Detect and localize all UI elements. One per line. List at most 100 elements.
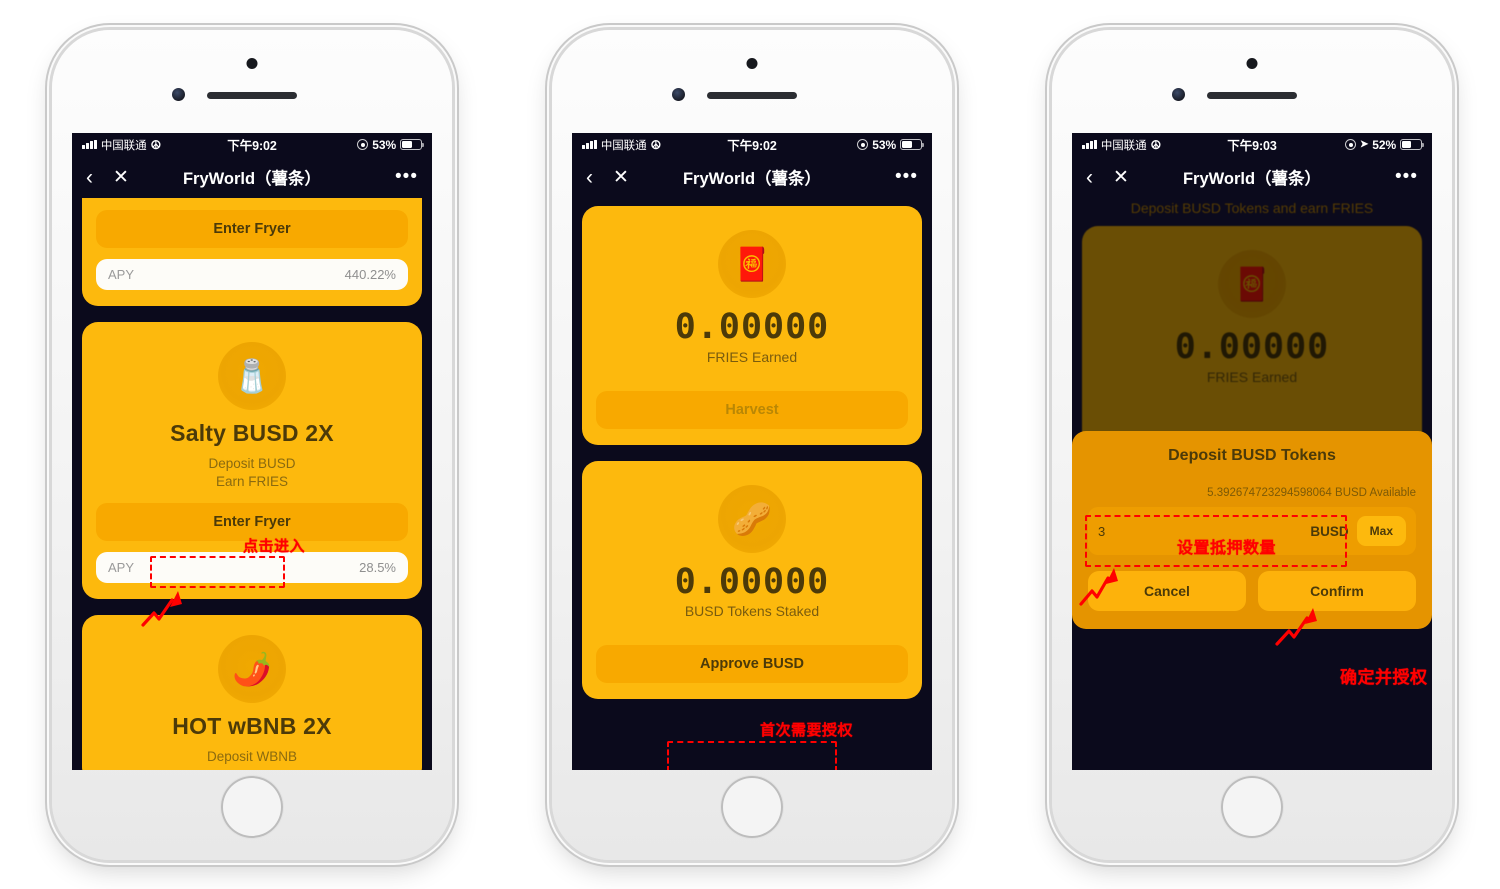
peanut-icon: 🥜 (718, 484, 786, 553)
status-time: 下午9:03 (1227, 139, 1277, 153)
signal-bars-icon (582, 139, 597, 149)
status-bar: 中国联通 ☮ 下午9:03 ➤ 52% (1072, 133, 1432, 156)
approve-busd-button[interactable]: Approve BUSD (596, 645, 908, 683)
busd-staked-card: 🥜 0.00000 BUSD Tokens Staked Approve BUS… (582, 460, 922, 699)
more-options-icon[interactable]: ••• (395, 167, 418, 186)
earpiece-speaker (707, 92, 797, 99)
token-unit-label: BUSD (1310, 523, 1349, 539)
phone-3-content[interactable]: Deposit BUSD Tokens and earn FRIES 🧧 0.0… (1072, 198, 1432, 770)
fries-earned-card: 🧧 0.00000 FRIES Earned Harvest (582, 206, 922, 445)
battery-percent: 53% (372, 137, 397, 152)
carrier-label: 中国联通 (1100, 139, 1147, 152)
earpiece-speaker (207, 92, 297, 99)
earpiece-speaker (1207, 92, 1297, 99)
wifi-icon: ☮ (650, 137, 662, 152)
status-bar: 中国联通 ☮ 下午9:02 53% (72, 133, 432, 156)
back-icon[interactable]: ‹ (586, 167, 593, 188)
annotation-first-time-approve: 首次需要授权 (760, 721, 854, 739)
annotation-click-enter: 点击进入 (243, 537, 306, 555)
home-button[interactable] (721, 776, 783, 838)
alarm-icon (1345, 139, 1357, 150)
chili-pepper-icon: 🌶️ (218, 635, 286, 704)
home-button[interactable] (1221, 776, 1283, 838)
phone-1-content[interactable]: Enter Fryer APY 440.22% 🧂 Salty BUSD 2X … (72, 198, 432, 770)
nav-bar: ‹ ✕ FryWorld（薯条） ••• (572, 156, 932, 198)
annotation-arrow-2 (648, 766, 710, 770)
pool-card-partial: Enter Fryer APY 440.22% (82, 198, 422, 306)
confirm-button[interactable]: Confirm (1258, 571, 1416, 611)
deposit-modal: Deposit BUSD Tokens 5.392674723294598064… (1072, 431, 1432, 629)
pool-title: HOT wBNB 2X (172, 713, 332, 740)
battery-icon (900, 139, 925, 150)
battery-percent: 52% (1372, 137, 1397, 152)
fries-earned-amount: 0.00000 (674, 307, 830, 347)
back-icon[interactable]: ‹ (86, 167, 93, 188)
nav-bar: ‹ ✕ FryWorld（薯条） ••• (1072, 156, 1432, 198)
alarm-icon (857, 139, 869, 150)
annotation-box-approve-busd (667, 741, 837, 770)
close-icon[interactable]: ✕ (613, 168, 629, 187)
status-bar: 中国联通 ☮ 下午9:02 53% (572, 133, 932, 156)
fries-earned-label: FRIES Earned (1206, 368, 1298, 385)
pool-card-hot-wbnb: 🌶️ HOT wBNB 2X Deposit WBNB (82, 615, 422, 770)
signal-bars-icon (82, 139, 97, 149)
apy-bar: APY 440.22% (96, 259, 408, 290)
annotation-confirm-approve: 确定并授权 (1340, 668, 1428, 688)
home-button[interactable] (221, 776, 283, 838)
battery-icon (1400, 139, 1425, 150)
busd-staked-label: BUSD Tokens Staked (684, 603, 820, 619)
pool-sub-earn: Earn FRIES (215, 474, 289, 490)
pool-sub-deposit: Deposit WBNB (206, 749, 298, 765)
apy-label: APY (108, 560, 135, 576)
page-subheader: Deposit BUSD Tokens and earn FRIES (1130, 200, 1374, 216)
cancel-button[interactable]: Cancel (1088, 571, 1246, 611)
location-arrow-icon: ➤ (1360, 139, 1369, 150)
battery-icon (400, 139, 425, 150)
front-camera-icon (1246, 58, 1258, 69)
front-camera-icon (746, 58, 758, 69)
fries-earned-amount: 0.00000 (1174, 327, 1330, 367)
proximity-sensor-icon (672, 88, 685, 101)
more-options-icon[interactable]: ••• (1395, 167, 1418, 186)
harvest-button[interactable]: Harvest (596, 390, 908, 429)
enter-fryer-button[interactable]: Enter Fryer (96, 210, 408, 248)
wifi-icon: ☮ (1150, 137, 1162, 152)
pool-sub-deposit: Deposit BUSD (208, 456, 296, 471)
apy-value: 28.5% (359, 560, 396, 576)
apy-label: APY (108, 267, 135, 282)
status-time: 下午9:02 (727, 139, 777, 153)
max-button[interactable]: Max (1356, 516, 1406, 546)
apy-value: 440.22% (344, 267, 396, 282)
fries-earned-label: FRIES Earned (706, 348, 798, 365)
carrier-label: 中国联通 (100, 139, 147, 152)
annotation-set-stake-amount: 设置抵押数量 (1177, 538, 1277, 557)
nav-bar: ‹ ✕ FryWorld（薯条） ••• (72, 156, 432, 198)
apy-bar: APY 28.5% (96, 552, 408, 584)
pool-title: Salty BUSD 2X (170, 420, 334, 446)
status-time: 下午9:02 (227, 139, 277, 153)
close-icon[interactable]: ✕ (113, 168, 129, 187)
close-icon[interactable]: ✕ (1113, 168, 1129, 187)
busd-staked-amount: 0.00000 (674, 561, 830, 602)
phone-2-screen: 中国联通 ☮ 下午9:02 53% ‹ ✕ FryWorld（薯条） ••• 🧧… (572, 133, 932, 770)
proximity-sensor-icon (172, 88, 185, 101)
modal-balance: 5.392674723294598064 BUSD Available (1207, 487, 1416, 499)
pool-card-salty-busd: 🧂 Salty BUSD 2X Deposit BUSD Earn FRIES … (82, 322, 422, 600)
battery-percent: 53% (872, 137, 897, 152)
proximity-sensor-icon (1172, 88, 1185, 101)
deposit-amount-input[interactable]: 3 (1098, 524, 1105, 539)
phone-2-content[interactable]: 🧧 0.00000 FRIES Earned Harvest 🥜 0.00000… (572, 198, 932, 770)
phone-3: 中国联通 ☮ 下午9:03 ➤ 52% ‹ ✕ FryWorld（薯条） ••• (1052, 30, 1452, 860)
screenshot-stage: 中国联通 ☮ 下午9:02 53% ‹ ✕ FryWorld（薯条） ••• E… (0, 0, 1500, 889)
more-options-icon[interactable]: ••• (895, 167, 918, 186)
back-icon[interactable]: ‹ (1086, 167, 1093, 188)
phone-1: 中国联通 ☮ 下午9:02 53% ‹ ✕ FryWorld（薯条） ••• E… (52, 30, 452, 860)
front-camera-icon (246, 58, 258, 69)
wifi-icon: ☮ (150, 137, 162, 152)
red-envelope-icon: 🧧 (718, 230, 786, 298)
phone-1-screen: 中国联通 ☮ 下午9:02 53% ‹ ✕ FryWorld（薯条） ••• E… (72, 133, 432, 770)
modal-title: Deposit BUSD Tokens (1168, 447, 1336, 464)
carrier-label: 中国联通 (600, 139, 647, 152)
phone-3-screen: 中国联通 ☮ 下午9:03 ➤ 52% ‹ ✕ FryWorld（薯条） ••• (1072, 133, 1432, 770)
red-envelope-icon: 🧧 (1218, 250, 1286, 318)
